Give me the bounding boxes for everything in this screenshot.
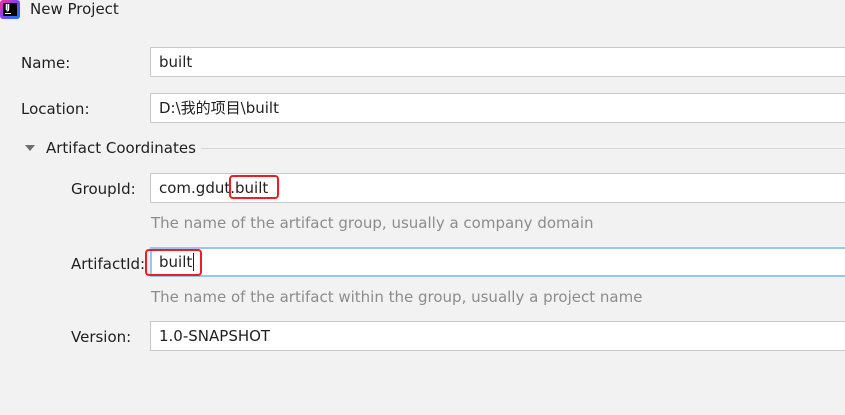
title-bar: IJ New Project bbox=[0, 0, 845, 22]
version-label: Version: bbox=[71, 328, 132, 346]
location-field[interactable]: D:\我的项目\built bbox=[150, 93, 845, 123]
version-field-value: 1.0-SNAPSHOT bbox=[159, 327, 271, 345]
location-field-value: D:\我的项目\built bbox=[159, 99, 279, 117]
name-field[interactable]: built bbox=[150, 47, 845, 77]
intellij-idea-icon: IJ bbox=[0, 0, 20, 19]
name-label: Name: bbox=[21, 54, 71, 72]
artifact-coordinates-title: Artifact Coordinates bbox=[46, 139, 196, 157]
section-divider bbox=[201, 148, 845, 149]
groupid-highlight-box bbox=[229, 175, 279, 199]
name-field-value: built bbox=[159, 53, 193, 71]
expand-triangle-icon[interactable] bbox=[25, 145, 35, 151]
app-icon-text: IJ bbox=[5, 3, 10, 12]
text-caret bbox=[193, 253, 194, 271]
artifactid-hint: The name of the artifact within the grou… bbox=[151, 288, 643, 306]
location-label: Location: bbox=[21, 100, 90, 118]
groupid-hint: The name of the artifact group, usually … bbox=[151, 214, 594, 232]
artifactid-field[interactable]: built bbox=[150, 247, 845, 277]
groupid-label: GroupId: bbox=[71, 180, 136, 198]
artifact-coordinates-section[interactable]: Artifact Coordinates bbox=[22, 139, 845, 159]
version-field[interactable]: 1.0-SNAPSHOT bbox=[150, 321, 845, 351]
artifactid-label: ArtifactId: bbox=[71, 255, 146, 273]
groupid-value-prefix: com.gdut. bbox=[159, 179, 236, 197]
window-title: New Project bbox=[30, 0, 119, 18]
